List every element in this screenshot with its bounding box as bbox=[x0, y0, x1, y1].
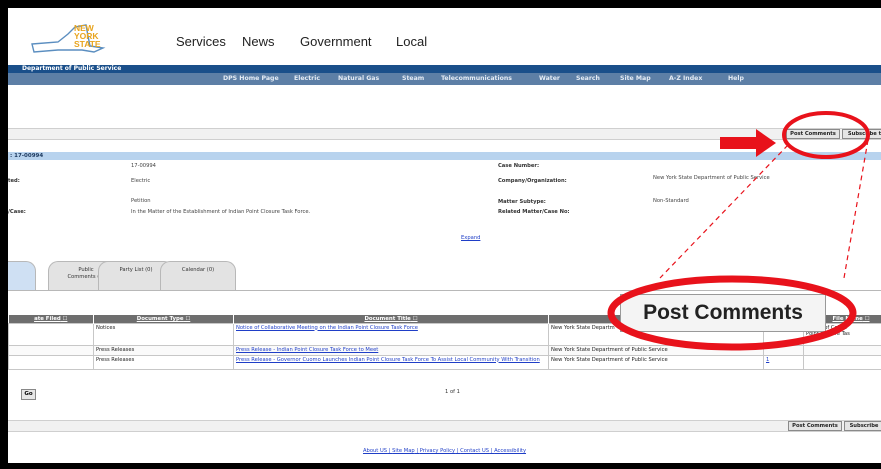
red-arrow-icon bbox=[720, 129, 776, 157]
circle-highlight-large-wrap bbox=[607, 275, 857, 351]
dash-line-left bbox=[659, 144, 789, 279]
annotation-overlay bbox=[659, 111, 870, 279]
circle-highlight-large bbox=[607, 275, 857, 351]
dash-line-right bbox=[843, 139, 869, 279]
circle-highlight-small bbox=[782, 111, 870, 159]
page: NEW YORK STATE Services News Government … bbox=[8, 8, 881, 463]
